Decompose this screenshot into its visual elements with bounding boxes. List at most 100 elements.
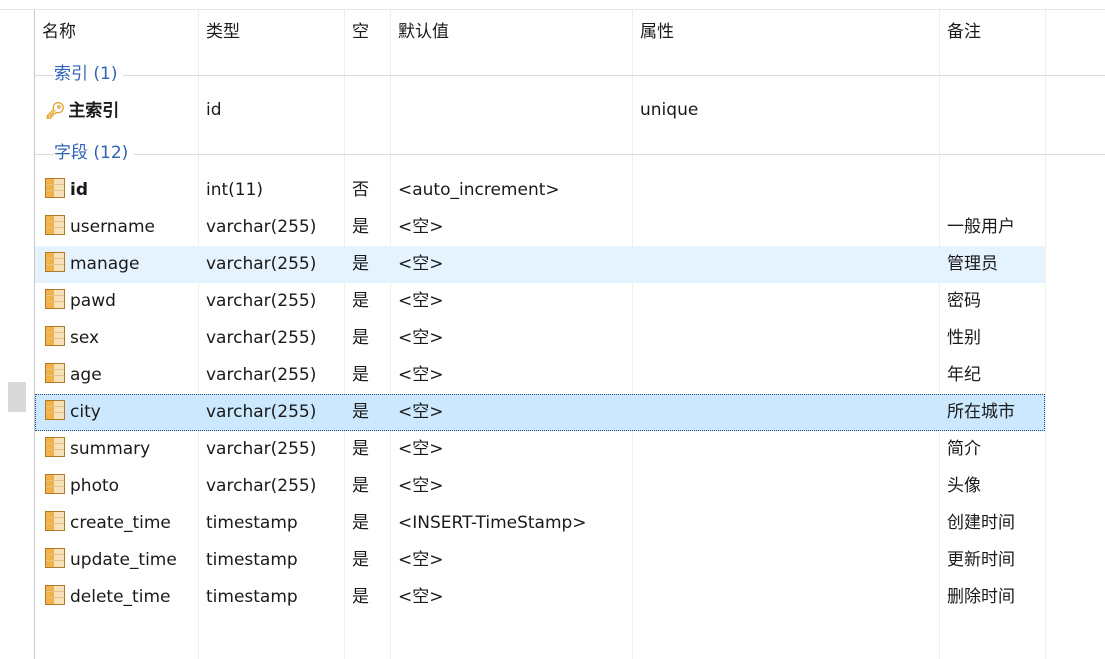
field-comment: 删除时间 xyxy=(947,587,1015,607)
field-nullable: 是 xyxy=(352,439,369,459)
table-row[interactable]: delete_time timestamp 是 <空> 删除时间 xyxy=(35,579,1045,616)
field-nullable: 是 xyxy=(352,365,369,385)
field-nullable: 否 xyxy=(352,180,369,200)
field-icon xyxy=(45,326,65,346)
field-name: pawd xyxy=(70,291,116,311)
field-comment: 管理员 xyxy=(947,254,998,274)
field-comment: 一般用户 xyxy=(947,217,1015,237)
field-default: <空> xyxy=(398,402,444,422)
field-type: varchar(255) xyxy=(206,328,317,348)
field-icon xyxy=(45,289,65,309)
table-row[interactable]: summary varchar(255) 是 <空> 简介 xyxy=(35,431,1045,468)
field-default: <空> xyxy=(398,587,444,607)
field-nullable: 是 xyxy=(352,328,369,348)
fields-group[interactable]: 字段 (12) xyxy=(35,136,1105,170)
field-name: photo xyxy=(70,476,120,496)
table-row[interactable]: create_time timestamp 是 <INSERT-TimeStamp> 创… xyxy=(35,505,1045,542)
field-nullable: 是 xyxy=(352,291,369,311)
table-row[interactable]: age varchar(255) 是 <空> 年纪 xyxy=(35,357,1045,394)
index-field: id xyxy=(206,100,222,120)
field-default: <空> xyxy=(398,328,444,348)
field-type: timestamp xyxy=(206,513,298,533)
field-type: int(11) xyxy=(206,180,264,200)
field-comment: 性别 xyxy=(947,328,981,348)
table-row[interactable]: manage varchar(255) 是 <空> 管理员 xyxy=(35,246,1045,283)
field-default: <空> xyxy=(398,476,444,496)
index-attribute: unique xyxy=(640,100,699,120)
field-name: age xyxy=(70,365,102,385)
field-icon xyxy=(45,252,65,272)
field-comment: 更新时间 xyxy=(947,550,1015,570)
table-structure-grid: 名称 类型 空 默认值 属性 备注 索引 (1) 🔑︎ 主索引 id unique… xyxy=(35,10,1105,659)
field-default: <空> xyxy=(398,291,444,311)
field-name: id xyxy=(70,180,88,200)
field-nullable: 是 xyxy=(352,587,369,607)
field-comment: 年纪 xyxy=(947,365,981,385)
table-row[interactable]: city varchar(255) 是 <空> 所在城市 xyxy=(35,394,1045,431)
index-row-primary[interactable]: 🔑︎ 主索引 id unique xyxy=(35,92,1045,129)
field-name: city xyxy=(70,402,101,422)
field-icon xyxy=(45,178,65,198)
collapse-handle[interactable] xyxy=(8,382,26,412)
field-comment xyxy=(940,172,1045,209)
field-type: timestamp xyxy=(206,550,298,570)
key-icon: 🔑︎ xyxy=(45,101,66,120)
group-divider xyxy=(35,154,1105,155)
field-icon xyxy=(45,511,65,531)
field-icon xyxy=(45,400,65,420)
column-divider xyxy=(1045,10,1046,659)
field-name: summary xyxy=(70,439,151,459)
field-default: <INSERT-TimeStamp> xyxy=(398,513,587,533)
field-default: <空> xyxy=(398,217,444,237)
field-default: <空> xyxy=(398,439,444,459)
field-icon xyxy=(45,474,65,494)
field-type: varchar(255) xyxy=(206,402,317,422)
table-row[interactable]: photo varchar(255) 是 <空> 头像 xyxy=(35,468,1045,505)
header-name[interactable]: 名称 xyxy=(35,10,198,54)
field-icon xyxy=(45,548,65,568)
table-row[interactable]: sex varchar(255) 是 <空> 性别 xyxy=(35,320,1045,357)
field-nullable: 是 xyxy=(352,550,369,570)
field-icon xyxy=(45,437,65,457)
table-row[interactable]: pawd varchar(255) 是 <空> 密码 xyxy=(35,283,1045,320)
header-comment[interactable]: 备注 xyxy=(940,10,1045,54)
table-row[interactable]: id int(11) 否 <auto_increment> xyxy=(35,172,1045,209)
field-type: varchar(255) xyxy=(206,476,317,496)
field-default: <空> xyxy=(398,254,444,274)
field-name: delete_time xyxy=(70,587,171,607)
field-nullable: 是 xyxy=(352,254,369,274)
table-row[interactable]: update_time timestamp 是 <空> 更新时间 xyxy=(35,542,1045,579)
field-name: create_time xyxy=(70,513,171,533)
field-icon xyxy=(45,585,65,605)
field-nullable: 是 xyxy=(352,476,369,496)
index-group-label: 索引 (1) xyxy=(54,57,124,91)
field-comment: 创建时间 xyxy=(947,513,1015,533)
field-name: update_time xyxy=(70,550,177,570)
index-name: 主索引 xyxy=(68,101,120,121)
header-type[interactable]: 类型 xyxy=(199,10,344,54)
field-type: varchar(255) xyxy=(206,254,317,274)
field-type: varchar(255) xyxy=(206,439,317,459)
field-comment: 所在城市 xyxy=(947,402,1015,422)
field-nullable: 是 xyxy=(352,513,369,533)
field-icon xyxy=(45,363,65,383)
field-type: varchar(255) xyxy=(206,365,317,385)
index-group[interactable]: 索引 (1) xyxy=(35,57,1105,91)
header-default[interactable]: 默认值 xyxy=(391,10,632,54)
field-name: sex xyxy=(70,328,100,348)
header-attribute[interactable]: 属性 xyxy=(633,10,939,54)
header-null[interactable]: 空 xyxy=(345,10,390,54)
group-divider xyxy=(35,75,1105,76)
field-name: manage xyxy=(70,254,140,274)
field-nullable: 是 xyxy=(352,402,369,422)
field-type: timestamp xyxy=(206,587,298,607)
field-default: <空> xyxy=(398,550,444,570)
field-type: varchar(255) xyxy=(206,291,317,311)
field-default: <auto_increment> xyxy=(398,180,560,200)
field-icon xyxy=(45,215,65,235)
field-default: <空> xyxy=(398,365,444,385)
field-name: username xyxy=(70,217,155,237)
table-row[interactable]: username varchar(255) 是 <空> 一般用户 xyxy=(35,209,1045,246)
fields-group-label: 字段 (12) xyxy=(54,136,135,170)
field-type: varchar(255) xyxy=(206,217,317,237)
